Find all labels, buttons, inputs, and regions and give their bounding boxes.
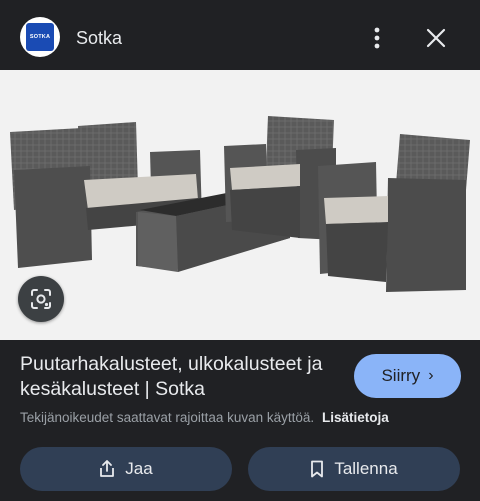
save-button[interactable]: Tallenna xyxy=(248,447,460,491)
close-icon xyxy=(426,28,446,48)
chevron-right-icon: › xyxy=(428,367,434,384)
visit-button-label: Siirry xyxy=(381,366,421,385)
site-name[interactable]: Sotka xyxy=(76,28,122,49)
result-title[interactable]: Puutarhakalusteet, ulkokalusteet ja kesä… xyxy=(20,352,340,402)
more-options-button[interactable] xyxy=(364,24,390,52)
copyright-notice: Tekijänoikeudet saattavat rajoittaa kuva… xyxy=(20,410,389,425)
close-button[interactable] xyxy=(420,22,452,54)
lens-button[interactable] xyxy=(18,276,64,322)
learn-more-link[interactable]: Lisätietoja xyxy=(322,410,389,425)
top-bar: SOTKA Sotka xyxy=(0,0,480,72)
share-button-label: Jaa xyxy=(125,459,153,478)
visit-button[interactable]: Siirry › xyxy=(354,354,461,398)
share-button[interactable]: Jaa xyxy=(20,447,232,491)
rattan-furniture-image xyxy=(10,116,470,292)
site-logo[interactable]: SOTKA xyxy=(20,17,60,57)
more-vert-icon xyxy=(374,27,380,49)
copyright-text: Tekijänoikeudet saattavat rajoittaa kuva… xyxy=(20,410,315,425)
share-icon xyxy=(100,460,115,477)
bookmark-icon xyxy=(311,460,324,478)
sotka-logo-mark: SOTKA xyxy=(26,23,54,51)
lens-icon xyxy=(31,289,51,309)
preview-image[interactable] xyxy=(0,70,480,340)
save-button-label: Tallenna xyxy=(334,459,398,478)
